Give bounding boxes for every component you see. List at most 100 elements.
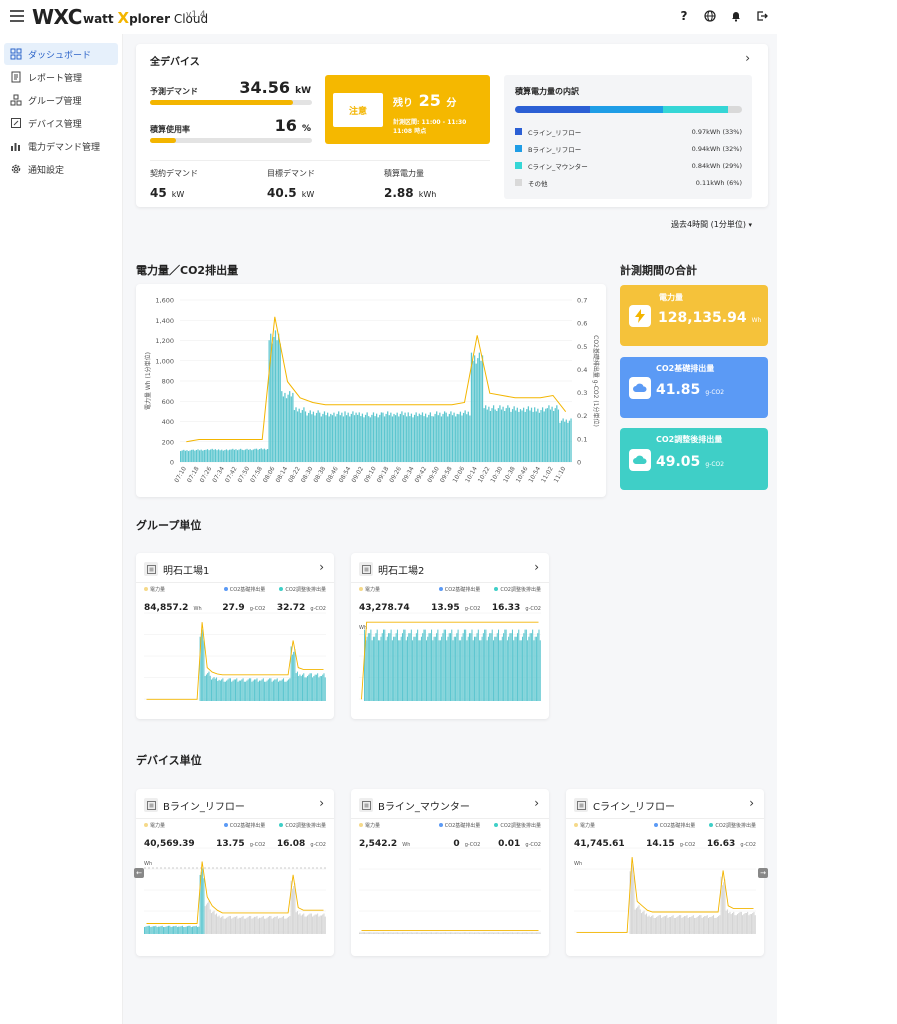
mini-bar (498, 629, 500, 701)
chart-bar (304, 411, 307, 462)
chart-bar (260, 448, 262, 462)
help-icon[interactable]: ? (676, 8, 692, 24)
scroll-left-button[interactable]: ← (134, 868, 144, 878)
chart-bar (383, 416, 386, 462)
mini-bar (436, 633, 438, 701)
mini-bar (318, 916, 320, 934)
mini-bar (448, 633, 450, 701)
chart-bar (273, 336, 275, 462)
bell-icon[interactable] (728, 8, 744, 24)
mini-bar (383, 932, 385, 934)
mini-bar (486, 932, 488, 934)
chevron-right-icon[interactable]: › (534, 560, 539, 574)
chart-bar (464, 410, 466, 462)
mini-bar (281, 916, 283, 934)
mini-bar (424, 629, 426, 701)
breakdown-title: 積算電力量の内訳 (515, 87, 579, 96)
group-card[interactable]: 明石工場2 › 電力量 43,278.74 Wh CO2基礎排出量 13.95 g-CO2… (351, 553, 549, 719)
mini-bar (480, 932, 482, 934)
logout-icon[interactable] (754, 8, 770, 24)
caret-down-icon: ▾ (748, 221, 753, 229)
sidebar-item-dashboard[interactable]: ダッシュボード (4, 43, 118, 65)
mini-bar (324, 916, 326, 934)
chevron-right-icon[interactable]: › (749, 796, 754, 810)
mini-bar (452, 640, 454, 701)
mini-bar (463, 629, 465, 701)
chart-bar (467, 411, 469, 462)
mini-bar (439, 932, 441, 934)
mini-bar (237, 681, 239, 701)
mini-bar (409, 633, 411, 701)
chart-bar (554, 408, 556, 462)
mini-bar (484, 932, 486, 934)
y-tick-label: 0 (170, 459, 174, 467)
mini-bar (303, 913, 305, 934)
mini-bar (714, 917, 716, 934)
range-selector[interactable]: 過去4時間 (1分単位) ▾ (671, 219, 752, 230)
mini-bar (231, 918, 233, 934)
chevron-right-icon[interactable]: › (745, 51, 750, 65)
sidebar-item-device[interactable]: デバイス管理 (4, 112, 118, 134)
chevron-right-icon[interactable]: › (319, 796, 324, 810)
target-label: 目標デマンド (267, 169, 315, 178)
chevron-right-icon[interactable]: › (534, 796, 539, 810)
mini-bar (146, 926, 148, 934)
mini-bar (391, 932, 393, 934)
mini-bar (539, 932, 541, 934)
mini-bar (719, 915, 721, 934)
chart-bar (462, 412, 465, 462)
globe-icon[interactable] (702, 8, 718, 24)
mini-bar (519, 640, 521, 701)
mini-bar (386, 636, 388, 701)
energy-value: 2.88 kWh (384, 186, 437, 200)
mini-bar (300, 915, 302, 934)
mini-bar (407, 636, 409, 701)
total-co2adj-value: 49.05 g-CO2 (656, 454, 725, 470)
logo[interactable]: WXC (32, 5, 82, 29)
mini-bar (259, 917, 261, 934)
chart-bar (221, 449, 223, 462)
mini-bar (431, 932, 433, 934)
mini-bar (299, 674, 301, 701)
mini-bar (477, 932, 479, 934)
mini-bar (213, 910, 215, 934)
device-card[interactable]: Bライン_マウンター › 電力量 2,542.2 Wh CO2基礎排出量 0 g-CO2 C… (351, 789, 549, 956)
mini-bar (437, 629, 439, 701)
chevron-right-icon[interactable]: › (319, 560, 324, 574)
chart-bar (230, 449, 232, 462)
chart-bar (374, 416, 376, 462)
scroll-right-button[interactable]: → (758, 868, 768, 878)
mini-bar (209, 675, 211, 701)
chart-bar (551, 406, 553, 462)
mini-bar (295, 912, 297, 934)
sidebar-item-notify[interactable]: 通知設定 (4, 158, 118, 180)
chart-bar (500, 409, 503, 462)
legend-dot (494, 823, 499, 827)
device-card[interactable]: Bライン_リフロー › 電力量 40,569.39 Wh CO2基礎排出量 13.75 g… (136, 789, 334, 956)
mini-bar (319, 676, 321, 701)
mini-bar (299, 913, 301, 934)
mini-bar (277, 918, 279, 934)
chart-bar (276, 340, 278, 462)
mini-bar (317, 913, 319, 934)
mini-bar (312, 677, 314, 701)
sidebar-item-demand[interactable]: 電力デマンド管理 (4, 135, 118, 157)
mini-bar (539, 640, 541, 701)
group-card[interactable]: 明石工場1 › 電力量 84,857.2 Wh CO2基礎排出量 27.9 g-CO2 CO… (136, 553, 334, 719)
mini-bar (699, 915, 701, 934)
menu-icon[interactable] (10, 10, 24, 22)
mini-bar (510, 932, 512, 934)
x-tick-label: 11:10 (553, 465, 568, 484)
usage-value: 16 % (274, 116, 311, 135)
chart-bar (180, 451, 182, 462)
chart-bar (404, 412, 406, 462)
chart-bar (390, 412, 392, 462)
sidebar-item-report[interactable]: レポート管理 (4, 66, 118, 88)
sidebar-item-group[interactable]: グループ管理 (4, 89, 118, 111)
devices-title: デバイス単位 (136, 754, 202, 767)
mini-bar (296, 671, 298, 701)
device-card[interactable]: Cライン_リフロー › 電力量 41,745.61 Wh CO2基礎排出量 14.15 g… (566, 789, 764, 956)
chart-bar (511, 409, 514, 462)
mini-bar (202, 868, 204, 934)
mini-bar (313, 676, 315, 701)
